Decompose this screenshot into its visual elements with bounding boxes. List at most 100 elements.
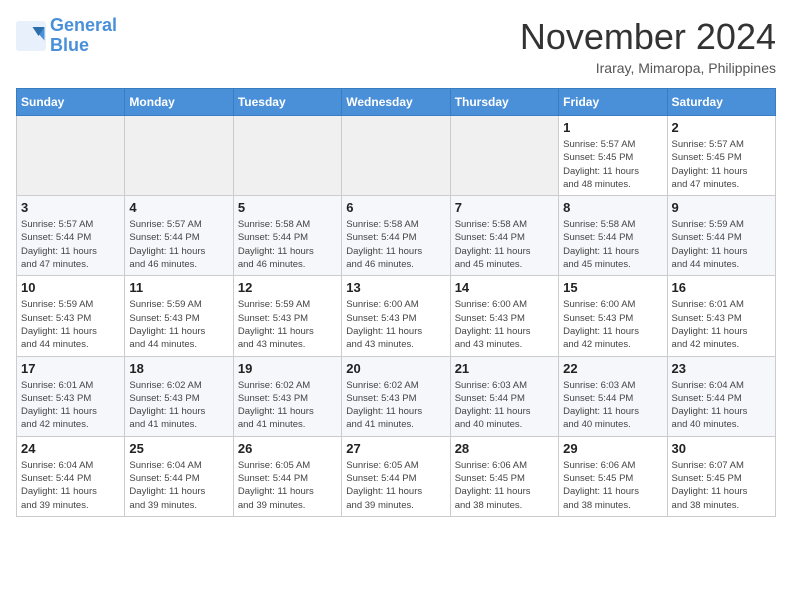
day-number: 29 [563, 441, 662, 456]
col-wednesday: Wednesday [342, 89, 450, 116]
calendar-cell: 30 Sunrise: 6:07 AM Sunset: 5:45 PM Dayli… [667, 436, 775, 516]
calendar-cell: 5 Sunrise: 5:58 AM Sunset: 5:44 PM Daylig… [233, 196, 341, 276]
day-number: 15 [563, 280, 662, 295]
day-info: Sunrise: 5:58 AM Sunset: 5:44 PM Dayligh… [563, 218, 662, 271]
day-info: Sunrise: 5:57 AM Sunset: 5:44 PM Dayligh… [129, 218, 228, 271]
day-info: Sunrise: 6:02 AM Sunset: 5:43 PM Dayligh… [238, 379, 337, 432]
day-info: Sunrise: 5:58 AM Sunset: 5:44 PM Dayligh… [346, 218, 445, 271]
day-info: Sunrise: 5:57 AM Sunset: 5:45 PM Dayligh… [672, 138, 771, 191]
day-info: Sunrise: 6:01 AM Sunset: 5:43 PM Dayligh… [672, 298, 771, 351]
day-info: Sunrise: 6:02 AM Sunset: 5:43 PM Dayligh… [129, 379, 228, 432]
col-thursday: Thursday [450, 89, 558, 116]
day-number: 5 [238, 200, 337, 215]
day-info: Sunrise: 5:58 AM Sunset: 5:44 PM Dayligh… [455, 218, 554, 271]
day-number: 4 [129, 200, 228, 215]
day-info: Sunrise: 5:59 AM Sunset: 5:43 PM Dayligh… [21, 298, 120, 351]
day-info: Sunrise: 6:03 AM Sunset: 5:44 PM Dayligh… [563, 379, 662, 432]
day-info: Sunrise: 5:59 AM Sunset: 5:44 PM Dayligh… [672, 218, 771, 271]
calendar-cell: 22 Sunrise: 6:03 AM Sunset: 5:44 PM Dayli… [559, 356, 667, 436]
calendar-cell: 19 Sunrise: 6:02 AM Sunset: 5:43 PM Dayli… [233, 356, 341, 436]
calendar-cell: 15 Sunrise: 6:00 AM Sunset: 5:43 PM Dayli… [559, 276, 667, 356]
day-number: 7 [455, 200, 554, 215]
calendar-cell: 29Sunrise: 6:06 AM Sunset: 5:45 PM Dayli… [559, 436, 667, 516]
day-info: Sunrise: 6:00 AM Sunset: 5:43 PM Dayligh… [455, 298, 554, 351]
calendar-cell [125, 116, 233, 196]
day-info: Sunrise: 6:05 AM Sunset: 5:44 PM Dayligh… [238, 459, 337, 512]
day-number: 13 [346, 280, 445, 295]
day-number: 27 [346, 441, 445, 456]
day-info: Sunrise: 6:05 AM Sunset: 5:44 PM Dayligh… [346, 459, 445, 512]
calendar-cell: 3Sunrise: 5:57 AM Sunset: 5:44 PM Daylig… [17, 196, 125, 276]
logo-general: General [50, 15, 117, 35]
page: General Blue November 2024 Iraray, Mimar… [0, 0, 792, 533]
calendar-cell: 23 Sunrise: 6:04 AM Sunset: 5:44 PM Dayli… [667, 356, 775, 436]
month-title: November 2024 [520, 16, 776, 58]
day-number: 11 [129, 280, 228, 295]
calendar-cell: 7 Sunrise: 5:58 AM Sunset: 5:44 PM Daylig… [450, 196, 558, 276]
calendar-week-4: 17 Sunrise: 6:01 AM Sunset: 5:43 PM Dayli… [17, 356, 776, 436]
calendar-body: 1Sunrise: 5:57 AM Sunset: 5:45 PM Daylig… [17, 116, 776, 517]
calendar-table: Sunday Monday Tuesday Wednesday Thursday… [16, 88, 776, 517]
day-number: 6 [346, 200, 445, 215]
day-info: Sunrise: 5:57 AM Sunset: 5:45 PM Dayligh… [563, 138, 662, 191]
calendar-cell: 10Sunrise: 5:59 AM Sunset: 5:43 PM Dayli… [17, 276, 125, 356]
logo: General Blue [16, 16, 117, 56]
calendar-cell: 4 Sunrise: 5:57 AM Sunset: 5:44 PM Daylig… [125, 196, 233, 276]
day-number: 22 [563, 361, 662, 376]
calendar-header: Sunday Monday Tuesday Wednesday Thursday… [17, 89, 776, 116]
day-info: Sunrise: 6:00 AM Sunset: 5:43 PM Dayligh… [563, 298, 662, 351]
day-info: Sunrise: 6:01 AM Sunset: 5:43 PM Dayligh… [21, 379, 120, 432]
calendar-cell: 18 Sunrise: 6:02 AM Sunset: 5:43 PM Dayli… [125, 356, 233, 436]
day-number: 16 [672, 280, 771, 295]
day-number: 9 [672, 200, 771, 215]
logo-blue: Blue [50, 35, 89, 55]
day-number: 18 [129, 361, 228, 376]
calendar-cell [450, 116, 558, 196]
logo-icon [16, 21, 46, 51]
day-info: Sunrise: 5:58 AM Sunset: 5:44 PM Dayligh… [238, 218, 337, 271]
calendar-cell: 13 Sunrise: 6:00 AM Sunset: 5:43 PM Dayli… [342, 276, 450, 356]
day-info: Sunrise: 5:59 AM Sunset: 5:43 PM Dayligh… [129, 298, 228, 351]
calendar-cell: 12 Sunrise: 5:59 AM Sunset: 5:43 PM Dayli… [233, 276, 341, 356]
calendar-cell: 24Sunrise: 6:04 AM Sunset: 5:44 PM Dayli… [17, 436, 125, 516]
col-saturday: Saturday [667, 89, 775, 116]
col-friday: Friday [559, 89, 667, 116]
calendar-week-3: 10Sunrise: 5:59 AM Sunset: 5:43 PM Dayli… [17, 276, 776, 356]
calendar-cell: 11 Sunrise: 5:59 AM Sunset: 5:43 PM Dayli… [125, 276, 233, 356]
day-number: 24 [21, 441, 120, 456]
day-info: Sunrise: 6:03 AM Sunset: 5:44 PM Dayligh… [455, 379, 554, 432]
day-number: 2 [672, 120, 771, 135]
calendar-cell: 17 Sunrise: 6:01 AM Sunset: 5:43 PM Dayli… [17, 356, 125, 436]
logo-text: General Blue [50, 16, 117, 56]
day-info: Sunrise: 5:59 AM Sunset: 5:43 PM Dayligh… [238, 298, 337, 351]
header-row: Sunday Monday Tuesday Wednesday Thursday… [17, 89, 776, 116]
day-number: 12 [238, 280, 337, 295]
calendar-cell [233, 116, 341, 196]
day-number: 23 [672, 361, 771, 376]
header: General Blue November 2024 Iraray, Mimar… [16, 16, 776, 76]
location: Iraray, Mimaropa, Philippines [520, 60, 776, 76]
day-info: Sunrise: 6:00 AM Sunset: 5:43 PM Dayligh… [346, 298, 445, 351]
calendar-cell: 2 Sunrise: 5:57 AM Sunset: 5:45 PM Daylig… [667, 116, 775, 196]
day-info: Sunrise: 6:04 AM Sunset: 5:44 PM Dayligh… [672, 379, 771, 432]
col-monday: Monday [125, 89, 233, 116]
calendar-week-5: 24 Sunrise: 6:04 AM Sunset: 5:44 PM Dayli… [17, 436, 776, 516]
day-number: 20 [346, 361, 445, 376]
calendar-week-2: 3Sunrise: 5:57 AM Sunset: 5:44 PM Daylig… [17, 196, 776, 276]
calendar-cell: 21Sunrise: 6:03 AM Sunset: 5:44 PM Dayli… [450, 356, 558, 436]
day-number: 30 [672, 441, 771, 456]
calendar-cell: 28Sunrise: 6:06 AM Sunset: 5:45 PM Dayli… [450, 436, 558, 516]
col-sunday: Sunday [17, 89, 125, 116]
day-info: Sunrise: 6:04 AM Sunset: 5:44 PM Dayligh… [129, 459, 228, 512]
calendar-cell: 14Sunrise: 6:00 AM Sunset: 5:43 PM Dayli… [450, 276, 558, 356]
title-block: November 2024 Iraray, Mimaropa, Philippi… [520, 16, 776, 76]
day-info: Sunrise: 6:07 AM Sunset: 5:45 PM Dayligh… [672, 459, 771, 512]
calendar-week-1: 1Sunrise: 5:57 AM Sunset: 5:45 PM Daylig… [17, 116, 776, 196]
day-number: 19 [238, 361, 337, 376]
day-number: 17 [21, 361, 120, 376]
calendar-cell: 26Sunrise: 6:05 AM Sunset: 5:44 PM Dayli… [233, 436, 341, 516]
calendar-cell: 8Sunrise: 5:58 AM Sunset: 5:44 PM Daylig… [559, 196, 667, 276]
calendar-cell: 1Sunrise: 5:57 AM Sunset: 5:45 PM Daylig… [559, 116, 667, 196]
calendar-cell [342, 116, 450, 196]
day-number: 25 [129, 441, 228, 456]
